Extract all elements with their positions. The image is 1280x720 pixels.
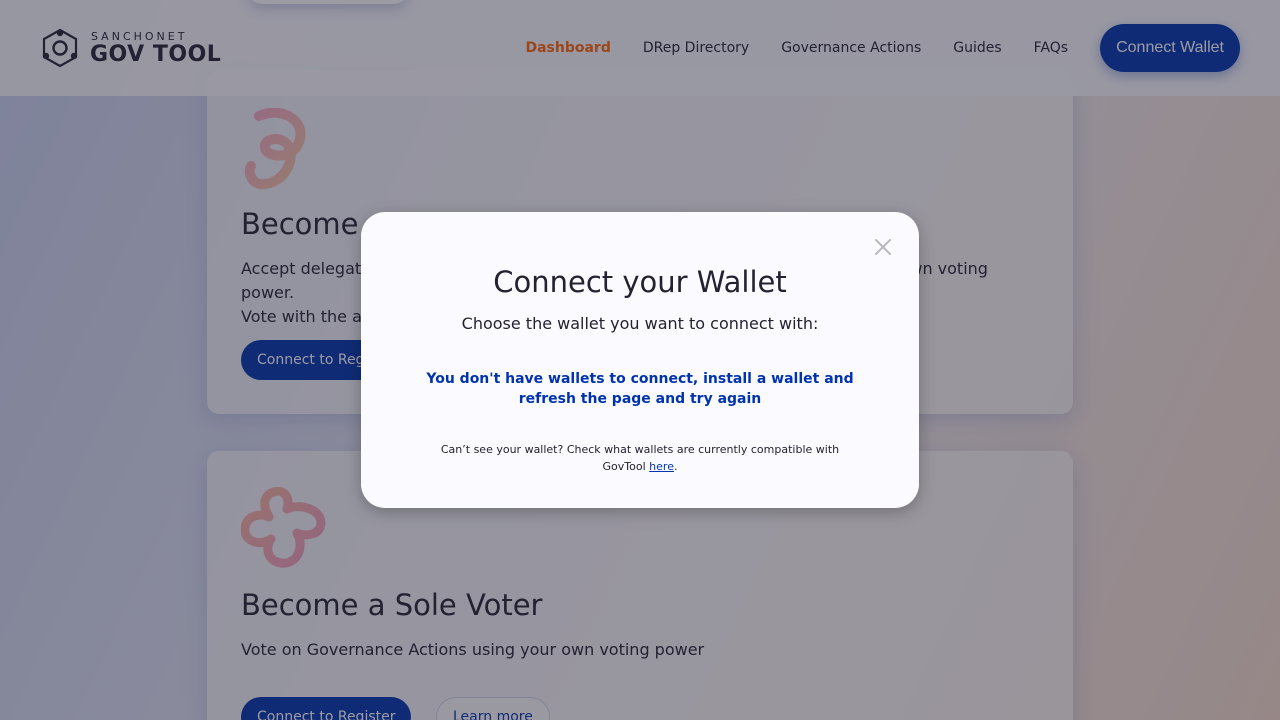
wallet-compatibility-text: Can’t see your wallet? Check what wallet… [440,443,840,473]
wallet-compatibility-note: Can’t see your wallet? Check what wallet… [421,441,859,475]
wallet-compatibility-link[interactable]: here [649,460,674,473]
wallet-compatibility-period: . [673,460,678,473]
modal-title: Connect your Wallet [493,265,787,299]
close-icon[interactable] [873,237,893,257]
modal-subtitle: Choose the wallet you want to connect wi… [461,314,819,333]
connect-wallet-modal: Connect your Wallet Choose the wallet yo… [361,212,919,508]
no-wallets-warning: You don't have wallets to connect, insta… [426,371,854,407]
